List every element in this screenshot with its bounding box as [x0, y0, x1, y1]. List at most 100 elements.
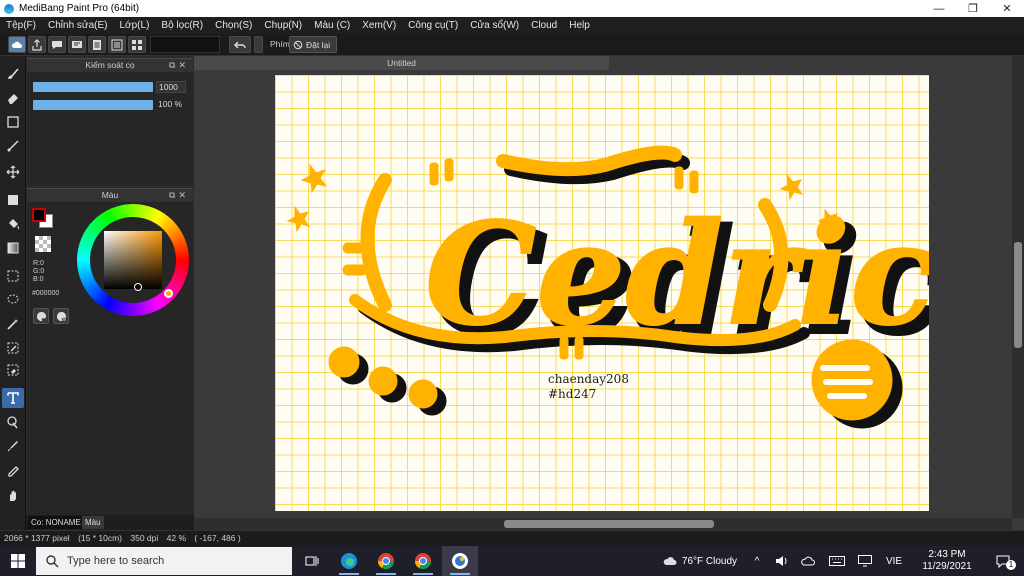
display-button[interactable] [854, 546, 876, 576]
b-value: B:0 [33, 276, 44, 283]
weather-widget[interactable]: 76°F Cloudy [655, 546, 745, 576]
hue-handle[interactable] [164, 289, 173, 298]
tool-magic-wand[interactable] [2, 314, 24, 334]
menu-help[interactable]: Help [563, 17, 596, 34]
panel-controls[interactable]: ⧉✕ [169, 59, 189, 72]
edge-taskbar-button[interactable] [331, 546, 367, 576]
task-view-button[interactable] [294, 546, 330, 576]
tool-bucket[interactable] [2, 214, 24, 234]
move-arrows-icon [6, 165, 20, 179]
minimize-button[interactable]: — [922, 0, 956, 17]
undo-button[interactable] [229, 36, 251, 53]
medibang-icon [452, 553, 468, 569]
search-icon [46, 554, 59, 567]
tab-color[interactable]: Màu [82, 516, 104, 529]
color-picker-cursor[interactable] [134, 283, 142, 291]
horizontal-scrollbar[interactable] [194, 518, 1012, 530]
show-hidden-icons-button[interactable]: ^ [750, 546, 764, 576]
tab-brush-name[interactable]: Co: NONAME [28, 516, 84, 529]
menu-window[interactable]: Cửa sổ(W) [464, 17, 525, 34]
saturation-value-square[interactable] [104, 231, 162, 289]
tool-rectangle[interactable] [2, 112, 24, 132]
tool-fill-rect[interactable] [2, 190, 24, 210]
tool-operation[interactable] [2, 412, 24, 432]
medibang-app-icon [4, 3, 14, 14]
tool-select-pen[interactable] [2, 338, 24, 358]
tool-palette [0, 56, 26, 530]
rectangle-icon [7, 116, 19, 128]
menu-snap[interactable]: Chụp(N) [258, 17, 308, 34]
panel-controls[interactable]: ⧉✕ [169, 189, 189, 202]
close-button[interactable]: ✕ [990, 0, 1024, 17]
brush-size-value[interactable]: 1000 [156, 81, 186, 93]
menu-edit[interactable]: Chỉnh sửa(E) [42, 17, 114, 34]
undo-dropdown[interactable] [254, 36, 263, 53]
taskbar-search[interactable]: Type here to search [36, 547, 292, 575]
grid-view-button[interactable] [128, 36, 146, 53]
vertical-scroll-thumb[interactable] [1014, 242, 1022, 348]
status-coords: ( -167, 486 ) [194, 533, 241, 543]
list-view-button[interactable] [108, 36, 126, 53]
brush-opacity-value[interactable]: 100 % [156, 99, 186, 111]
clock[interactable]: 2:43 PM 11/29/2021 [912, 546, 982, 576]
tool-select-eraser[interactable] [2, 360, 24, 380]
palette-button[interactable] [33, 308, 49, 324]
notification-center-button[interactable]: 1 [988, 546, 1018, 576]
cloud-button[interactable] [8, 36, 26, 53]
hue-ring[interactable] [77, 204, 189, 316]
tool-eraser[interactable] [2, 88, 24, 108]
eraser-icon [8, 94, 18, 104]
menu-tools[interactable]: Công cụ(T) [402, 17, 464, 34]
document-button[interactable] [88, 36, 106, 53]
drawing-canvas[interactable]: Cedric Cedric chaenday208 #hd247 [275, 75, 929, 511]
paint-bucket-icon [9, 219, 20, 230]
share-button[interactable] [28, 36, 46, 53]
maximize-button[interactable]: ❐ [956, 0, 990, 17]
medibang-taskbar-button[interactable] [442, 546, 478, 576]
onedrive-button[interactable] [798, 546, 818, 576]
menu-filter[interactable]: Bộ lọc(R) [155, 17, 209, 34]
menu-cloud[interactable]: Cloud [525, 17, 563, 34]
foreground-color-swatch[interactable] [32, 208, 46, 222]
menu-select[interactable]: Chọn(S) [209, 17, 258, 34]
tool-brush[interactable] [2, 64, 24, 84]
tool-line[interactable] [2, 136, 24, 156]
reset-button[interactable]: Đặt lại [289, 36, 337, 53]
tool-select-rect[interactable] [2, 266, 24, 286]
chrome-taskbar-button-2[interactable] [405, 546, 441, 576]
tool-pen-dropper[interactable] [2, 462, 24, 482]
transparent-color-swatch[interactable] [35, 236, 51, 252]
tool-hand[interactable] [2, 486, 24, 506]
horizontal-scroll-thumb[interactable] [504, 520, 714, 528]
palette-icon [36, 311, 46, 321]
hex-value: #000000 [32, 290, 60, 297]
brush-size-slider[interactable] [33, 82, 153, 92]
vertical-scrollbar[interactable] [1012, 56, 1024, 518]
tool-dropper[interactable] [2, 436, 24, 456]
tool-gradient[interactable] [2, 238, 24, 258]
clock-time: 2:43 PM [928, 549, 966, 560]
menu-layer[interactable]: Lớp(L) [114, 17, 156, 34]
windows-taskbar: Type here to search 76°F Cloudy ^ VIE 2:… [0, 546, 1024, 576]
keyboard-button[interactable] [826, 546, 848, 576]
menu-color[interactable]: Màu (C) [308, 17, 356, 34]
tool-text[interactable] [2, 388, 24, 408]
pointer-hand-icon [7, 416, 18, 429]
color-panel: R:0 G:0 B:0 #000000 [27, 202, 193, 515]
tool-move[interactable] [2, 162, 24, 182]
comment-button[interactable] [48, 36, 66, 53]
input-language-button[interactable]: VIE [880, 546, 908, 576]
marquee-select-icon [7, 270, 19, 282]
volume-button[interactable] [772, 546, 792, 576]
start-button[interactable] [0, 546, 36, 576]
menu-file[interactable]: Tệp(F) [0, 17, 42, 34]
document-tab[interactable]: Untitled [194, 56, 609, 70]
chat-button[interactable] [68, 36, 86, 53]
title-bar: MediBang Paint Pro (64bit) — ❐ ✕ [0, 0, 1024, 17]
brush-opacity-slider[interactable] [33, 100, 153, 110]
chrome-taskbar-button-1[interactable] [368, 546, 404, 576]
menu-view[interactable]: Xem(V) [356, 17, 402, 34]
tool-lasso[interactable] [2, 290, 24, 310]
palette-settings-button[interactable] [53, 308, 69, 324]
hand-icon [10, 490, 16, 501]
